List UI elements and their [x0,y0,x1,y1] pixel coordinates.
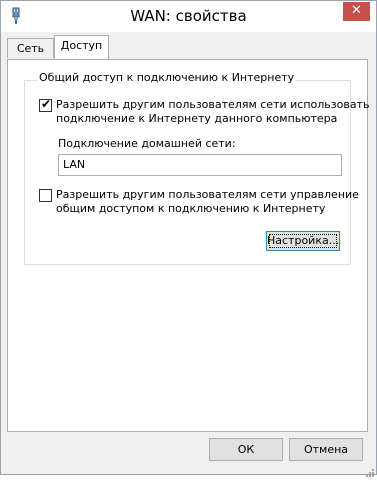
allow-control-label: Разрешить другим пользователям сети упра… [56,188,359,216]
allow-control-line1: Разрешить другим пользователям сети упра… [56,188,359,201]
close-button[interactable]: ✕ [343,2,370,21]
properties-window: WAN: свойства ✕ Сеть Доступ Общий доступ… [0,0,377,477]
allow-control-line2: общим доступом к подключению к Интернету [56,202,326,215]
cancel-button[interactable]: Отмена [289,438,363,461]
tab-sharing[interactable]: Доступ [54,35,109,59]
home-network-label: Подключение домашней сети: [58,137,236,150]
group-title: Общий доступ к подключению к Интернету [37,71,297,84]
home-network-field[interactable]: LAN [58,154,342,176]
resize-grip-icon[interactable] [364,462,374,477]
title-bar[interactable]: WAN: свойства ✕ [1,1,376,32]
focus-rectangle [269,234,337,248]
checkmark-icon: ✔ [41,97,52,111]
ok-button[interactable]: ОК [209,438,283,461]
allow-others-line1: Разрешить другим пользователям сети испо… [56,98,370,111]
allow-others-checkbox[interactable]: ✔ [39,97,52,112]
window-title: WAN: свойства [130,7,247,25]
close-icon: ✕ [351,3,362,18]
settings-button[interactable]: Настройка... [266,231,340,251]
allow-others-label: Разрешить другим пользователям сети испо… [56,98,369,126]
allow-others-line2: подключение к Интернету данного компьюте… [56,112,338,125]
allow-control-checkbox[interactable] [39,189,52,202]
tab-network[interactable]: Сеть [7,38,54,58]
